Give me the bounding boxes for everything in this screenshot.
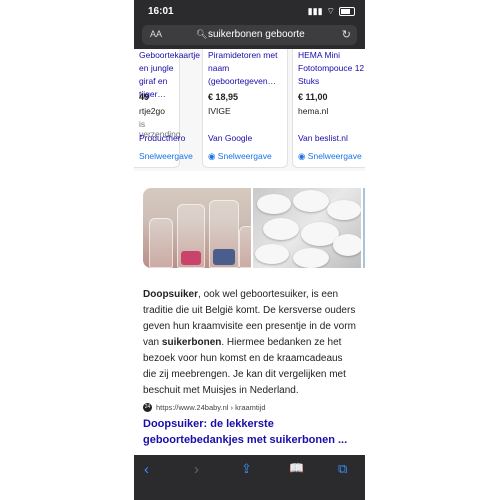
quick-view-link[interactable]: ◉ Snelweergave: [298, 151, 362, 162]
forward-icon[interactable]: ›: [194, 461, 199, 478]
snippet-bold-term: Doopsuiker: [143, 289, 199, 300]
image-carousel[interactable]: [134, 180, 365, 276]
eye-icon: ◉: [298, 151, 306, 161]
search-icon: 🔍︎: [196, 29, 208, 39]
eye-icon: ◉: [208, 151, 216, 161]
almond-shape: [333, 234, 361, 256]
browser-chrome: 16:01 ▮▮▮ ⌔ AA 🔍︎ suikerbonen geboorte ↻: [134, 0, 365, 49]
almond-shape: [257, 194, 291, 214]
product-shop: IVIGE: [208, 106, 231, 116]
jar-shape: [209, 200, 239, 268]
product-price: 49: [139, 92, 150, 102]
featured-snippet: Doopsuiker, ook wel geboortesuiker, is e…: [143, 287, 358, 399]
product-via[interactable]: Producthero: [139, 133, 185, 143]
next-image[interactable]: [363, 188, 365, 268]
result-source[interactable]: 24 https://www.24baby.nl › kraamtijd: [143, 403, 266, 412]
result-url[interactable]: https://www.24baby.nl › kraamtijd: [156, 403, 266, 412]
share-icon[interactable]: ⇪: [241, 461, 252, 477]
almond-shape: [263, 218, 299, 240]
almond-shape: [293, 248, 329, 268]
tabs-icon[interactable]: ⧉: [338, 461, 347, 477]
product-title[interactable]: HEMA Mini Fototompouce 12 Stuks: [298, 49, 365, 88]
result-title-link[interactable]: Doopsuiker: de lekkerste geboortebedankj…: [143, 416, 361, 448]
product-price: € 11,00: [298, 92, 328, 102]
shopping-carousel[interactable]: Geboortekaartje en jungle giraf en tijge…: [134, 49, 365, 171]
bottom-toolbar: ‹ › ⇪ 📖 ⧉: [134, 455, 365, 500]
back-icon[interactable]: ‹: [144, 461, 149, 478]
quick-view-label: Snelweergave: [217, 151, 272, 161]
almond-shape: [293, 190, 329, 212]
product-via[interactable]: Van Google: [208, 133, 252, 143]
product-title[interactable]: Piramidetoren met naam (geboortegeven…: [208, 49, 290, 88]
status-icons: ▮▮▮ ⌔: [308, 6, 355, 17]
almond-shape: [327, 200, 361, 220]
reader-aa-button[interactable]: AA: [150, 29, 162, 39]
shopping-card[interactable]: Geboortekaartje en jungle giraf en tijge…: [134, 49, 200, 168]
status-time: 16:01: [148, 6, 174, 17]
candy-jars-image[interactable]: [143, 188, 251, 268]
battery-icon: [339, 7, 355, 16]
quick-view-label: Snelweergave: [307, 151, 362, 161]
shopping-card[interactable]: Piramidetoren met naam (geboortegeven… €…: [202, 49, 288, 168]
quick-view-link[interactable]: ◉ Snelweergave: [208, 151, 272, 162]
candy-shape: [213, 249, 235, 265]
quick-view-link[interactable]: Snelweergave: [139, 151, 193, 161]
product-shop: rtje2go: [139, 106, 165, 116]
sugared-almonds-image[interactable]: [253, 188, 361, 268]
jar-shape: [239, 226, 251, 268]
bookmarks-icon[interactable]: 📖: [289, 461, 304, 475]
wifi-icon: ⌔: [326, 6, 335, 16]
signal-icon: ▮▮▮: [307, 6, 323, 16]
address-bar[interactable]: AA 🔍︎ suikerbonen geboorte ↻: [142, 25, 357, 45]
product-via[interactable]: Van beslist.nl: [298, 133, 348, 143]
site-favicon: 24: [143, 403, 152, 412]
almond-shape: [255, 244, 289, 264]
jar-shape: [177, 204, 205, 268]
product-shop: hema.nl: [298, 106, 329, 116]
snippet-bold-term: suikerbonen: [161, 337, 222, 348]
url-text[interactable]: suikerbonen geboorte: [208, 29, 305, 40]
product-price: € 18,95: [208, 92, 239, 102]
phone-screen: 16:01 ▮▮▮ ⌔ AA 🔍︎ suikerbonen geboorte ↻…: [134, 0, 365, 500]
reload-icon[interactable]: ↻: [342, 28, 351, 41]
quick-view-label: Snelweergave: [139, 151, 193, 161]
shopping-card[interactable]: HEMA Mini Fototompouce 12 Stuks € 11,00 …: [292, 49, 365, 168]
candy-shape: [181, 251, 201, 265]
jar-shape: [149, 218, 173, 268]
